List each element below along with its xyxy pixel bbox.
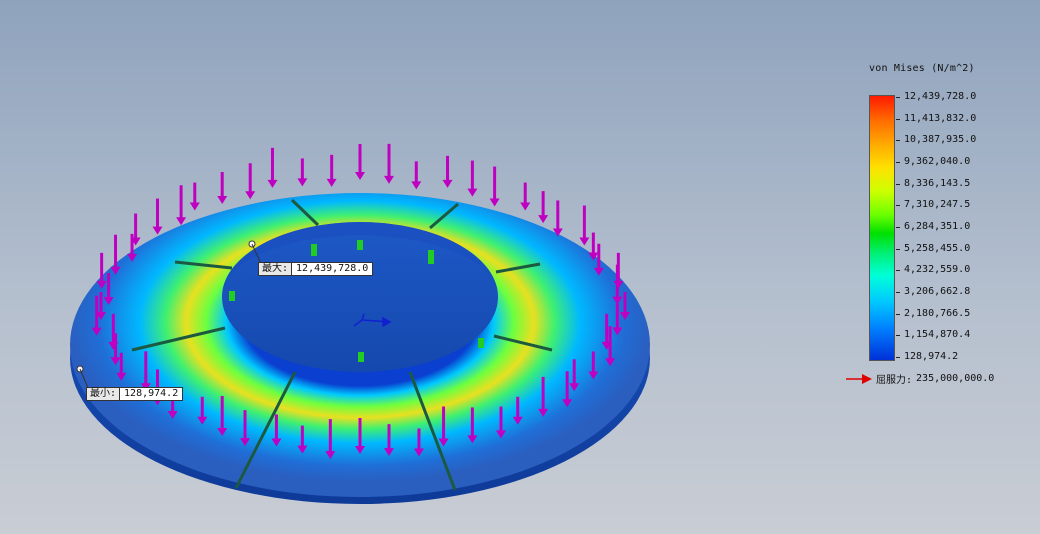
legend-tick-mark bbox=[896, 97, 900, 98]
load-arrow-head bbox=[520, 202, 531, 211]
legend-tick-mark bbox=[896, 248, 900, 250]
legend-colorbar bbox=[869, 95, 895, 361]
legend-tick-label: 8,336,143.5 bbox=[904, 177, 971, 189]
load-arrow-head bbox=[489, 198, 500, 207]
min-probe-caption: 最小: bbox=[87, 388, 121, 400]
legend-tick-label: 6,284,351.0 bbox=[904, 221, 971, 232]
yield-arrow-icon bbox=[846, 373, 872, 384]
legend-tick-mark bbox=[896, 335, 900, 337]
legend-tick-label: 12,439,728.0 bbox=[904, 91, 977, 102]
max-probe-caption: 最大: bbox=[259, 263, 293, 275]
load-arrow-head bbox=[355, 172, 365, 180]
load-arrow-head bbox=[538, 215, 549, 224]
yield-value: 235,000,000.0 bbox=[916, 373, 995, 384]
legend-tick-label: 3,206,662.8 bbox=[904, 286, 971, 297]
load-arrow-head bbox=[442, 179, 453, 188]
legend-tick-label: 7,310,247.5 bbox=[904, 199, 971, 211]
load-arrow-head bbox=[152, 226, 163, 235]
load-arrow-head bbox=[579, 237, 590, 246]
legend-tick-label: 9,362,040.0 bbox=[904, 156, 971, 167]
legend-tick-mark bbox=[896, 162, 900, 163]
load-arrow-head bbox=[383, 175, 394, 184]
load-arrow-head bbox=[467, 188, 478, 197]
max-probe-label[interactable]: 最大: 12,439,728.0 bbox=[258, 262, 374, 276]
legend-tick-mark bbox=[896, 227, 900, 228]
legend-tick-label: 5,258,455.0 bbox=[904, 242, 971, 254]
legend-tick-label: 11,413,832.0 bbox=[904, 112, 977, 124]
legend-tick-label: 10,387,935.0 bbox=[904, 134, 977, 146]
legend-tick-label: 2,180,766.5 bbox=[904, 307, 971, 319]
load-arrow-head bbox=[297, 178, 308, 187]
load-arrow-head bbox=[411, 181, 422, 190]
legend-tick-mark bbox=[896, 270, 900, 272]
load-arrow-head bbox=[217, 195, 228, 204]
max-probe-value: 12,439,728.0 bbox=[292, 263, 373, 275]
legend-tick-label: 4,232,559.0 bbox=[904, 264, 971, 276]
legend-tick-mark bbox=[896, 357, 900, 358]
load-arrow-head bbox=[189, 202, 200, 211]
legend-tick-label: 1,154,870.4 bbox=[904, 329, 971, 341]
legend-tick-mark bbox=[896, 140, 900, 142]
load-arrow-head bbox=[267, 179, 278, 188]
min-probe-label[interactable]: 最小: 128,974.2 bbox=[86, 387, 184, 401]
min-probe-value: 128,974.2 bbox=[120, 388, 183, 400]
legend-title: von Mises (N/m^2) bbox=[869, 63, 975, 74]
yield-label: 屈服力: bbox=[876, 375, 913, 386]
legend-tick-mark bbox=[896, 313, 900, 315]
yield-strength-row: 屈服力: 235,000,000.0 bbox=[846, 371, 994, 386]
legend-tick-mark bbox=[896, 205, 900, 207]
load-arrow-head bbox=[245, 191, 256, 200]
legend-tick-label: 128,974.2 bbox=[904, 351, 959, 362]
load-arrow-head bbox=[326, 178, 337, 187]
legend-tick-mark bbox=[896, 292, 900, 293]
legend-tick-mark bbox=[896, 183, 900, 185]
legend-tick-mark bbox=[896, 118, 900, 120]
